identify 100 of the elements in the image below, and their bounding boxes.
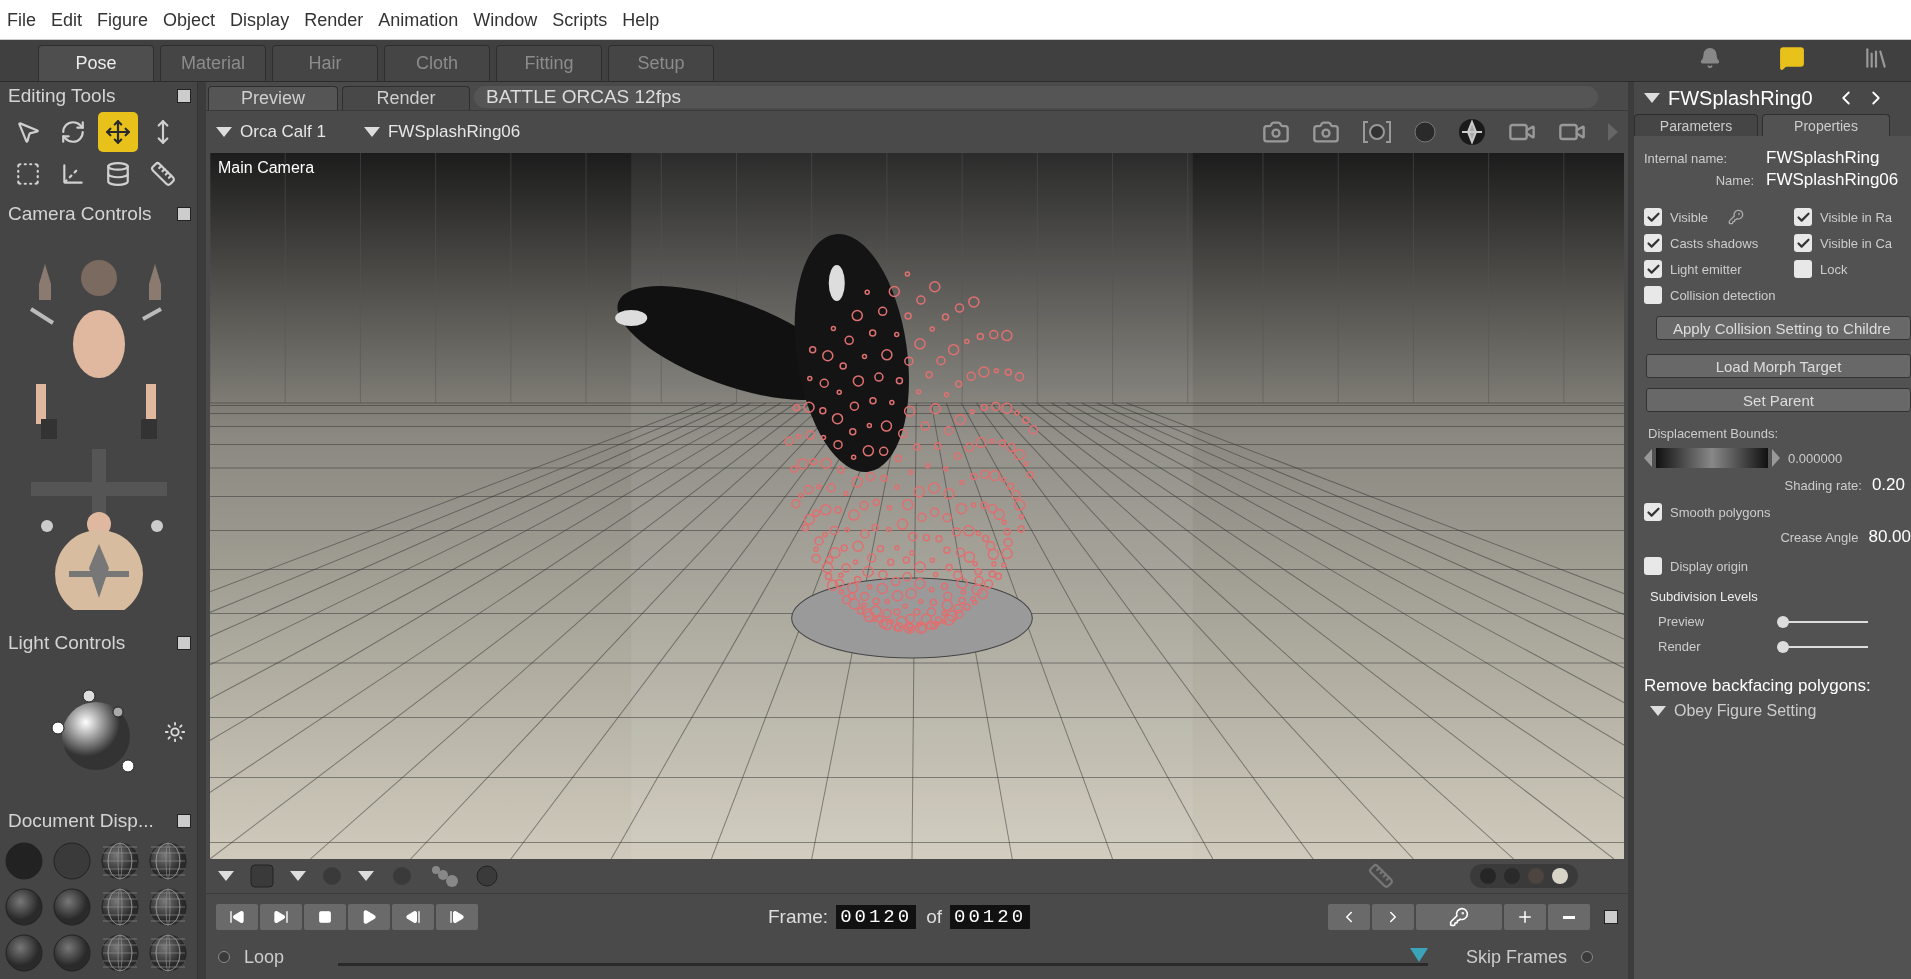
checkbox-label: Display origin: [1670, 558, 1749, 574]
display-style-icon[interactable]: [100, 841, 140, 882]
panel-button[interactable]: Load Morph Target: [1646, 354, 1911, 378]
slider-thumb[interactable]: [1776, 640, 1789, 653]
display-style-icon[interactable]: [148, 933, 188, 974]
checkbox[interactable]: [1644, 503, 1662, 521]
menu-item[interactable]: Render: [299, 10, 374, 31]
menu-item[interactable]: Window: [468, 10, 548, 31]
last-frame-button[interactable]: [260, 904, 302, 930]
checkbox[interactable]: [1644, 286, 1662, 304]
checkbox-label: Visible: [1670, 209, 1709, 225]
checkbox[interactable]: [1644, 234, 1662, 252]
field-label: Shading rate:: [1784, 477, 1862, 493]
viewport-tab[interactable]: Preview: [208, 86, 338, 110]
dropdown-triangle-icon[interactable]: [1644, 93, 1660, 103]
color-swatch[interactable]: [1552, 868, 1568, 884]
play-button[interactable]: [348, 904, 390, 930]
figure-selector[interactable]: Orca Calf 1: [216, 122, 326, 142]
sphere-icon[interactable]: [1414, 121, 1436, 143]
step-back-button[interactable]: [392, 904, 434, 930]
key-icon: [1449, 907, 1469, 927]
checkbox[interactable]: [1794, 208, 1812, 226]
tool-button[interactable]: [98, 111, 138, 152]
dropdown-triangle-icon[interactable]: [364, 127, 380, 137]
sun-icon[interactable]: [164, 721, 186, 744]
timeline-marker[interactable]: [1410, 948, 1429, 962]
dropdown-triangle-icon[interactable]: [1650, 706, 1666, 716]
actor-selector[interactable]: FWSplashRing06: [364, 122, 521, 142]
menu-item[interactable]: Help: [617, 10, 670, 31]
remove-key-button[interactable]: [1548, 904, 1590, 930]
menu-item[interactable]: Scripts: [547, 10, 618, 31]
display-style-icon[interactable]: [100, 933, 140, 974]
step-forward-icon: [449, 909, 465, 925]
key-button[interactable]: [1416, 904, 1502, 930]
frame-field[interactable]: 00120: [836, 905, 917, 929]
menu-item[interactable]: Edit: [46, 10, 93, 31]
menu-item[interactable]: Display: [225, 10, 300, 31]
menu-item[interactable]: Figure: [92, 10, 159, 31]
menu-item[interactable]: Object: [158, 10, 226, 31]
stop-button[interactable]: [304, 904, 346, 930]
loop-label: Loop: [244, 946, 285, 968]
panel-menu-button[interactable]: [177, 89, 191, 103]
move-icon: [105, 118, 131, 145]
panel-tab[interactable]: Parameters: [1634, 114, 1758, 136]
checkbox[interactable]: [1644, 557, 1662, 575]
menu-item[interactable]: File: [2, 10, 46, 31]
key-icon[interactable]: [1728, 209, 1745, 225]
display-style-icon[interactable]: [52, 933, 92, 974]
checkbox[interactable]: [1644, 260, 1662, 278]
rotate-icon: [60, 118, 86, 145]
shading-rate-field[interactable]: 0.20: [1871, 475, 1905, 495]
display-style-icon[interactable]: [4, 887, 44, 928]
section-label: Subdivision Levels: [1650, 589, 1759, 604]
dial-control[interactable]: [1644, 447, 1780, 469]
camera-lens-icon[interactable]: [1362, 120, 1392, 144]
checkbox[interactable]: [1794, 234, 1812, 252]
room-tab[interactable]: Pose: [38, 45, 154, 81]
bell-icon[interactable]: [1699, 47, 1721, 69]
skip-back-icon: [229, 909, 245, 925]
scene-title-field[interactable]: BATTLE ORCAS 12fps: [474, 86, 1598, 108]
display-style-icon[interactable]: [4, 933, 44, 974]
field-label: Internal name:: [1644, 150, 1729, 166]
apply-collision-button[interactable]: Apply Collision Setting to Childre: [1656, 316, 1911, 340]
checkbox[interactable]: [1644, 208, 1662, 226]
slider-track[interactable]: [1778, 639, 1868, 654]
library-icon[interactable]: [1863, 45, 1889, 71]
total-frames-field[interactable]: 00120: [950, 905, 1031, 929]
checkbox[interactable]: [1794, 260, 1812, 278]
field-value: FWSplashRing: [1766, 148, 1881, 168]
crease-angle-field[interactable]: 80.00: [1868, 527, 1911, 547]
trackball-icon[interactable]: [1458, 118, 1486, 146]
loop-radio[interactable]: [218, 951, 230, 963]
dropdown-triangle-icon[interactable]: [358, 871, 374, 881]
display-style-icon[interactable]: [148, 841, 188, 882]
skip-frames-radio[interactable]: [1581, 951, 1594, 963]
dropdown-triangle-icon[interactable]: [218, 871, 234, 881]
panel-button[interactable]: Set Parent: [1646, 388, 1911, 412]
panel-menu-button[interactable]: [177, 206, 191, 221]
first-frame-button[interactable]: [216, 904, 258, 930]
slider-track[interactable]: [1778, 614, 1868, 629]
panel-menu-button[interactable]: [177, 636, 191, 651]
dropdown-triangle-icon[interactable]: [216, 127, 232, 137]
backface-dropdown[interactable]: Obey Figure Setting: [1650, 702, 1893, 720]
plus-icon: [1516, 908, 1534, 926]
viewport-tab[interactable]: Render: [342, 86, 470, 110]
display-style-icon[interactable]: [52, 887, 92, 928]
chat-icon[interactable]: [1779, 45, 1805, 71]
panel-tab[interactable]: Properties: [1762, 114, 1890, 136]
panel-menu-button[interactable]: [177, 814, 191, 829]
slider-label: Preview: [1658, 614, 1706, 629]
dropdown-triangle-icon[interactable]: [290, 871, 306, 881]
balls-icon[interactable]: [430, 864, 460, 888]
display-style-icon[interactable]: [100, 887, 140, 928]
menu-item[interactable]: Animation: [373, 10, 469, 31]
panel-menu-button[interactable]: [1604, 910, 1618, 924]
slider-thumb[interactable]: [1776, 615, 1789, 628]
add-key-button[interactable]: [1504, 904, 1546, 930]
step-forward-button[interactable]: [436, 904, 478, 930]
name-field[interactable]: FWSplashRing06: [1766, 170, 1911, 190]
display-style-icon[interactable]: [148, 887, 188, 928]
